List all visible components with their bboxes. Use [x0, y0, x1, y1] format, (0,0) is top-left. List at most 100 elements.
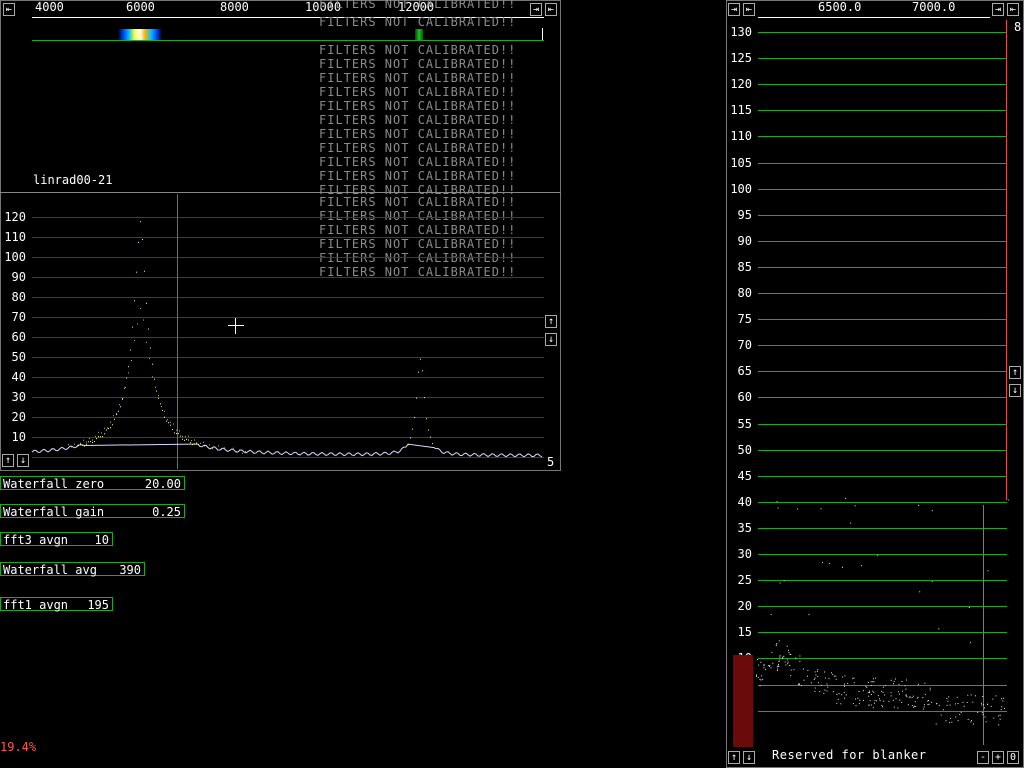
bb-scatter-point	[911, 697, 913, 699]
bb-y-label: 85	[737, 260, 752, 274]
scroll-left-button[interactable]: ⇤	[3, 3, 15, 16]
spectrum-up-button[interactable]: ↑	[545, 315, 557, 328]
waterfall-avg-param[interactable]: Waterfall avg 390	[0, 562, 145, 576]
fft1-avgn-param[interactable]: fft1 avgn 195	[0, 597, 113, 611]
bb-scatter-point	[949, 717, 951, 719]
bb-scatter-point	[762, 678, 764, 680]
bb-scatter-point	[852, 703, 854, 705]
bb-scatter-point	[999, 718, 1001, 720]
bb-scatter-point	[816, 670, 818, 672]
filter-warning-text: FILTERS NOT CALIBRATED!!	[319, 113, 517, 127]
spectrum-point	[122, 397, 123, 399]
waterfall-gain-param[interactable]: Waterfall gain 0.25	[0, 504, 185, 518]
spectrum-point	[114, 418, 115, 420]
bb-scatter-point	[842, 676, 844, 678]
bb-grid-line	[758, 110, 1007, 111]
spectrum-point	[102, 436, 103, 438]
bb-scatter-point	[772, 662, 774, 664]
bb-scroll-left-button-2[interactable]: ⇤	[1007, 3, 1019, 16]
bb-up-button[interactable]: ↑	[1009, 366, 1021, 379]
bb-scatter-point	[981, 702, 982, 704]
waterfall-end-marker	[542, 28, 543, 40]
bb-grid-line	[758, 32, 1007, 33]
bb-scatter-point	[860, 565, 862, 567]
bb-scatter-point	[842, 566, 843, 568]
filter-warning-text: FILTERS NOT CALIBRATED!!	[319, 0, 517, 11]
bb-zero-button[interactable]: 0	[1007, 751, 1019, 764]
bb-plus-button[interactable]: +	[992, 751, 1004, 764]
spectrum-point	[184, 439, 185, 441]
bb-y-label: 115	[730, 103, 752, 117]
bb-y-label: 105	[730, 156, 752, 170]
spectrum-point	[125, 386, 126, 388]
bb-scatter-point	[867, 681, 869, 683]
spectrum-point	[98, 431, 99, 433]
bb-scatter-point	[917, 696, 919, 698]
bb-scatter-point	[840, 703, 842, 705]
spectrum-point	[186, 438, 187, 440]
bb-scatter-point	[835, 675, 837, 677]
waterfall-signal-1	[118, 29, 162, 40]
spectrum-point	[418, 371, 419, 373]
bb-scatter-point	[968, 607, 970, 608]
spectrum-point	[104, 427, 105, 429]
bb-scatter-point	[833, 675, 835, 677]
bb-scatter-point	[777, 507, 779, 509]
spectrum-point	[168, 422, 169, 424]
bb-scroll-right-button-2[interactable]: ⇥	[992, 3, 1004, 16]
bb-scatter-point	[924, 682, 926, 684]
bb-scatter-point	[901, 681, 903, 682]
bb-cursor-line[interactable]	[1006, 20, 1007, 500]
bb-scatter-point	[959, 714, 961, 715]
spectrum-right-marker: 5	[547, 455, 555, 469]
bb-scatter-point	[984, 716, 986, 718]
param-value: 390	[119, 563, 141, 577]
spectrum-point	[120, 406, 121, 408]
spectrum-point	[126, 377, 127, 379]
bb-scatter-point	[756, 674, 757, 676]
spectrum-bottom-down-button[interactable]: ↓	[17, 454, 29, 467]
bb-scatter-point	[893, 681, 895, 682]
scroll-left-button-2[interactable]: ⇤	[545, 3, 557, 16]
bb-y-label: 60	[737, 390, 752, 404]
bb-scatter-point	[938, 704, 940, 706]
bb-grid-line	[758, 293, 1007, 294]
bb-scatter-point	[977, 711, 979, 713]
bb-down-button[interactable]: ↓	[1009, 384, 1021, 397]
spectrum-point	[203, 441, 204, 443]
spectrum-point	[77, 445, 78, 447]
bb-scroll-right-button[interactable]: ⇥	[728, 3, 740, 16]
bb-scatter-point	[836, 702, 838, 704]
bb-scroll-left-button[interactable]: ⇤	[743, 3, 755, 16]
bb-scatter-point	[787, 663, 789, 665]
bb-scatter-point	[758, 664, 760, 666]
bb-scatter-point	[871, 685, 873, 686]
bb-scatter-point	[1001, 706, 1003, 708]
bb-bottom-down-button[interactable]: ↓	[743, 751, 755, 764]
bb-scatter-point	[914, 701, 916, 703]
bb-scatter-point	[971, 720, 972, 721]
spectrum-bottom-up-button[interactable]: ↑	[2, 454, 14, 467]
down-arrow-icon: ↓	[547, 334, 555, 345]
bb-scatter-point	[790, 675, 792, 677]
bb-bottom-up-button[interactable]: ↑	[728, 751, 740, 764]
spectrum-point	[107, 427, 108, 429]
spectrum-point	[215, 446, 216, 448]
bb-scatter-point	[852, 678, 854, 680]
spectrum-y-label: 10	[11, 430, 26, 444]
bb-scatter-point	[960, 711, 962, 713]
fft3-avgn-param[interactable]: fft3 avgn 10	[0, 532, 113, 546]
bb-minus-button[interactable]: -	[977, 751, 989, 764]
spectrum-point	[110, 427, 111, 429]
spectrum-down-button[interactable]: ↓	[545, 333, 557, 346]
spectrum-point	[416, 397, 417, 399]
bb-y-label: 125	[730, 51, 752, 65]
down-arrow-icon: ↓	[1011, 385, 1019, 396]
bb-scatter-point	[883, 700, 885, 702]
bb-scatter-point	[882, 706, 883, 708]
waterfall-zero-param[interactable]: Waterfall zero 20.00	[0, 476, 185, 490]
bb-scatter-point	[898, 683, 900, 685]
bb-scatter-point	[931, 510, 933, 512]
bb-scatter-point	[884, 685, 886, 687]
bb-scatter-point	[778, 640, 780, 642]
